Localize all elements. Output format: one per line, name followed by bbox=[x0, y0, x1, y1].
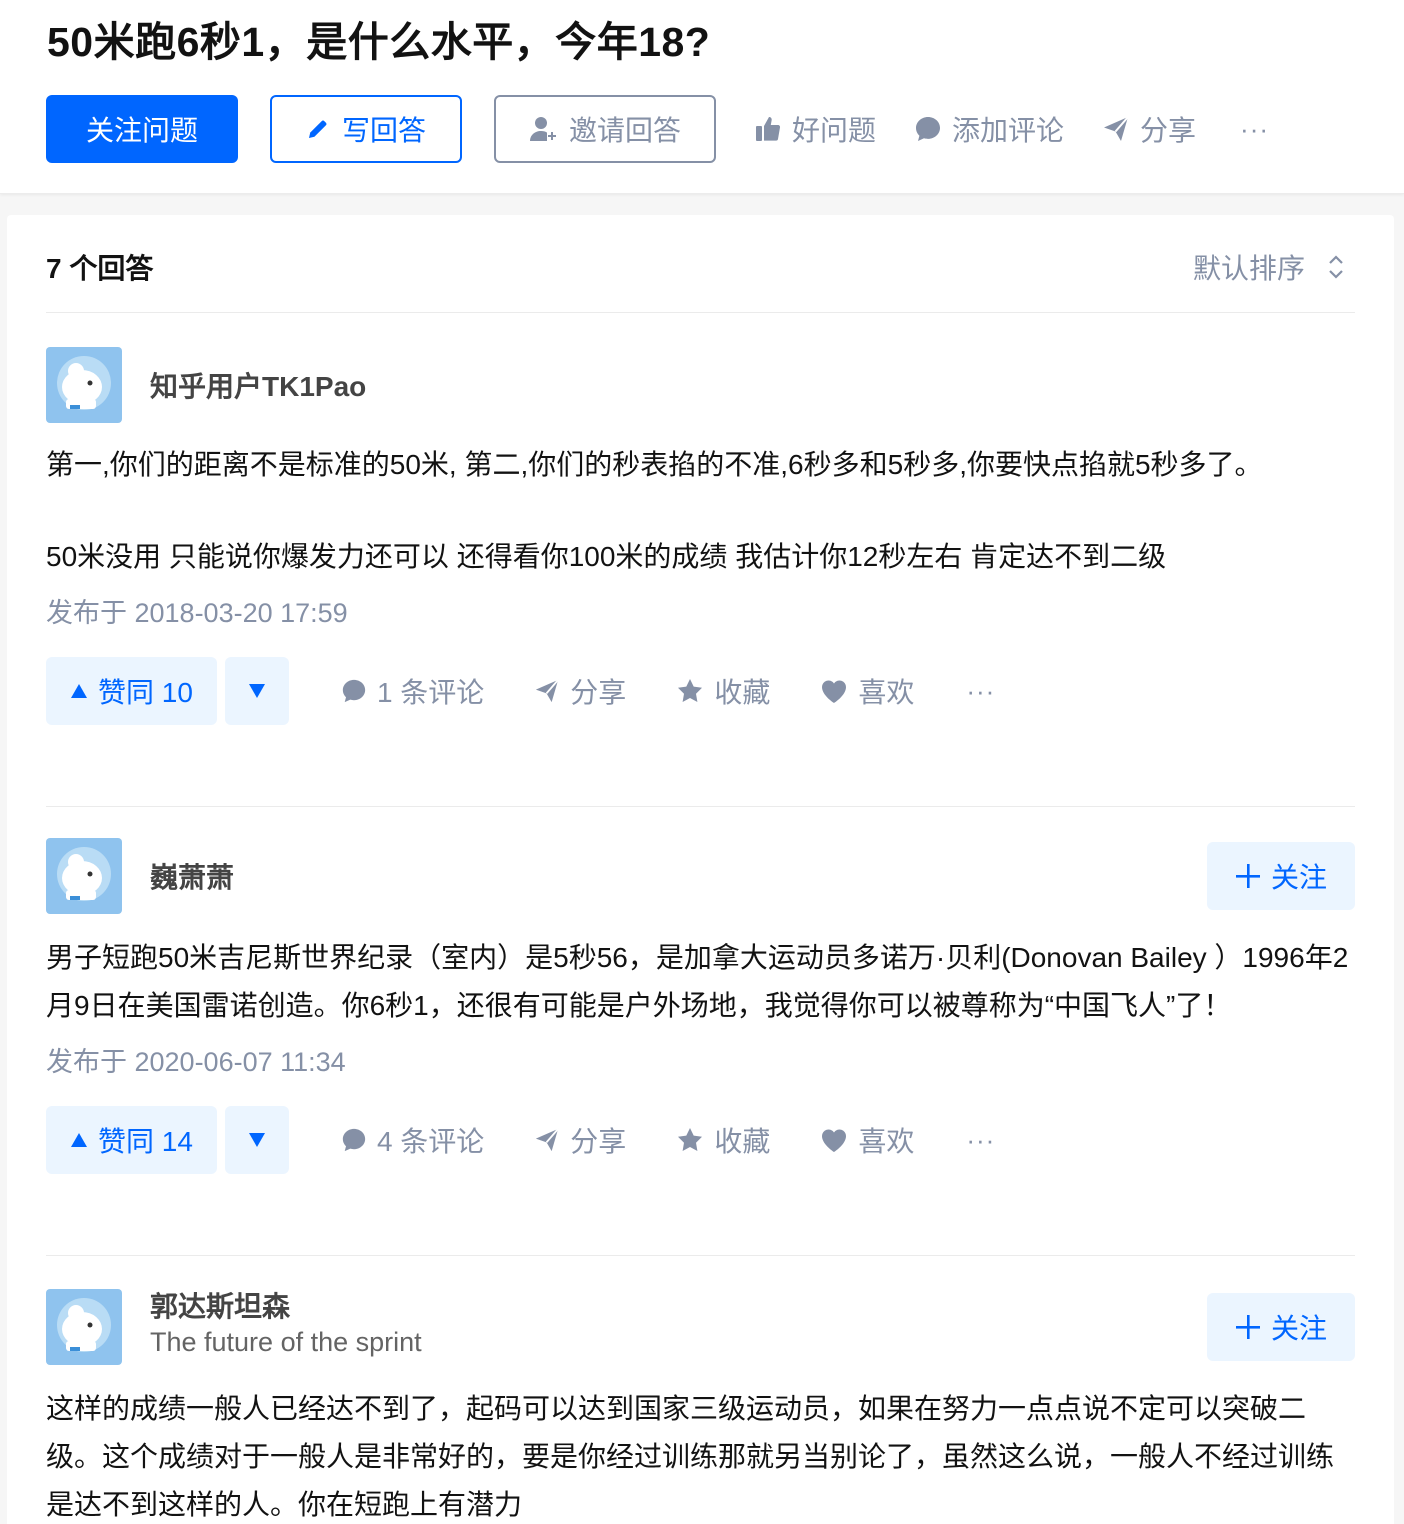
add-comment-button[interactable]: 添加评论 bbox=[914, 109, 1064, 149]
answer-paragraph: 这样的成绩一般人已经达不到了，起码可以达到国家三级运动员，如果在努力一点点说不定… bbox=[46, 1393, 1335, 1520]
sort-dropdown[interactable]: 默认排序 bbox=[1193, 247, 1345, 287]
answer-more-button[interactable]: ··· bbox=[966, 676, 995, 707]
follow-author-button[interactable]: 关注 bbox=[1207, 842, 1355, 910]
answer-action-bar: 赞同 14 4 条评论 分享 收藏 喜欢 ··· bbox=[46, 1106, 1355, 1174]
comments-button[interactable]: 4 条评论 bbox=[341, 1120, 484, 1160]
invite-answer-button[interactable]: 邀请回答 bbox=[494, 95, 716, 163]
sort-label: 默认排序 bbox=[1192, 253, 1305, 284]
share-label: 分享 bbox=[570, 677, 627, 708]
comment-icon bbox=[916, 117, 941, 141]
default-avatar-icon bbox=[46, 347, 122, 423]
question-title: 50米跑6秒1，是什么水平，今年18? bbox=[47, 19, 711, 65]
triangle-down-icon bbox=[248, 684, 265, 698]
more-options-button[interactable]: ··· bbox=[1240, 114, 1269, 145]
answer-paragraph: 50米没用 只能说你爆发力还可以 还得看你100米的成绩 我估计你12秒左右 肯… bbox=[46, 541, 1167, 572]
answer-paragraph: 男子短跑50米吉尼斯世界纪录（室内）是5秒56，是加拿大运动员多诺万·贝利(Do… bbox=[46, 942, 1349, 1021]
answer-item: 郭达斯坦森 The future of the sprint 关注 这样的成绩一… bbox=[46, 1289, 1355, 1524]
plus-icon bbox=[1235, 1315, 1260, 1339]
triangle-up-icon bbox=[71, 684, 87, 698]
thumbs-up-icon bbox=[756, 117, 781, 141]
collect-button[interactable]: 收藏 bbox=[676, 671, 770, 711]
follow-author-label: 关注 bbox=[1270, 1313, 1327, 1344]
answer-content: 男子短跑50米吉尼斯世界纪录（室内）是5秒56，是加拿大运动员多诺万·贝利(Do… bbox=[46, 934, 1355, 1030]
upvote-button[interactable]: 赞同 10 bbox=[46, 657, 217, 725]
downvote-button[interactable] bbox=[224, 1106, 289, 1174]
answers-card: 7 个回答 默认排序 知乎用户TK1Pao 第一,你们的距离不是标准的50米, … bbox=[7, 215, 1394, 1524]
follow-question-button[interactable]: 关注问题 bbox=[46, 95, 238, 163]
heart-icon bbox=[822, 1129, 847, 1152]
follow-author-label: 关注 bbox=[1270, 862, 1327, 893]
triangle-down-icon bbox=[248, 1133, 265, 1147]
comment-icon bbox=[342, 679, 366, 703]
star-icon bbox=[678, 1128, 703, 1151]
collect-label: 收藏 bbox=[714, 1126, 771, 1157]
share-label: 分享 bbox=[570, 1126, 627, 1157]
add-user-icon bbox=[529, 117, 556, 141]
share-button[interactable]: 分享 bbox=[534, 1120, 626, 1160]
avatar[interactable] bbox=[46, 347, 122, 423]
default-avatar-icon bbox=[46, 1289, 122, 1365]
like-label: 喜欢 bbox=[858, 1126, 915, 1157]
pencil-icon bbox=[308, 120, 327, 138]
send-icon bbox=[1104, 116, 1129, 141]
upvote-label: 赞同 10 bbox=[98, 677, 193, 708]
comments-label: 4 条评论 bbox=[376, 1126, 485, 1157]
invite-answer-label: 邀请回答 bbox=[568, 115, 681, 146]
answer-count: 7 个回答 bbox=[46, 253, 154, 284]
answer-item: 巍萧萧 关注 男子短跑50米吉尼斯世界纪录（室内）是5秒56，是加拿大运动员多诺… bbox=[46, 838, 1355, 1256]
collect-button[interactable]: 收藏 bbox=[676, 1120, 770, 1160]
triangle-up-icon bbox=[71, 1133, 87, 1147]
star-icon bbox=[678, 679, 703, 702]
like-label: 喜欢 bbox=[858, 677, 915, 708]
share-question-button[interactable]: 分享 bbox=[1102, 109, 1196, 149]
answer-paragraph: 第一,你们的距离不是标准的50米, 第二,你们的秒表掐的不准,6秒多和5秒多,你… bbox=[46, 449, 1263, 480]
heart-icon bbox=[822, 680, 847, 703]
answer-action-bar: 赞同 10 1 条评论 分享 收藏 喜欢 ··· bbox=[46, 657, 1355, 725]
write-answer-button[interactable]: 写回答 bbox=[270, 95, 462, 163]
answer-author: 巍萧萧 关注 bbox=[46, 838, 1355, 914]
answers-list-header: 7 个回答 默认排序 bbox=[46, 245, 1355, 313]
share-question-label: 分享 bbox=[1140, 115, 1197, 146]
author-name[interactable]: 知乎用户TK1Pao bbox=[150, 365, 366, 405]
publish-time[interactable]: 发布于 2018-03-20 17:59 bbox=[46, 593, 1355, 633]
author-name[interactable]: 巍萧萧 bbox=[150, 856, 234, 896]
like-button[interactable]: 喜欢 bbox=[820, 1120, 914, 1160]
default-avatar-icon bbox=[46, 838, 122, 914]
author-bio: The future of the sprint bbox=[150, 1327, 422, 1357]
good-question-button[interactable]: 好问题 bbox=[754, 109, 876, 149]
downvote-button[interactable] bbox=[224, 657, 289, 725]
good-question-label: 好问题 bbox=[792, 115, 877, 146]
upvote-button[interactable]: 赞同 14 bbox=[46, 1106, 217, 1174]
share-button[interactable]: 分享 bbox=[534, 671, 626, 711]
comments-label: 1 条评论 bbox=[376, 677, 485, 708]
plus-icon bbox=[1235, 864, 1260, 888]
add-comment-label: 添加评论 bbox=[952, 115, 1065, 146]
collect-label: 收藏 bbox=[714, 677, 771, 708]
answer-item: 知乎用户TK1Pao 第一,你们的距离不是标准的50米, 第二,你们的秒表掐的不… bbox=[46, 347, 1355, 807]
write-answer-label: 写回答 bbox=[341, 115, 426, 146]
answer-more-button[interactable]: ··· bbox=[966, 1125, 995, 1156]
like-button[interactable]: 喜欢 bbox=[820, 671, 914, 711]
follow-author-button[interactable]: 关注 bbox=[1207, 1293, 1355, 1361]
author-name[interactable]: 郭达斯坦森 bbox=[150, 1285, 290, 1325]
answer-author: 知乎用户TK1Pao bbox=[46, 347, 1355, 423]
publish-time[interactable]: 发布于 2020-06-07 11:34 bbox=[46, 1042, 1355, 1082]
upvote-label: 赞同 14 bbox=[98, 1126, 193, 1157]
avatar[interactable] bbox=[46, 1289, 122, 1365]
avatar[interactable] bbox=[46, 838, 122, 914]
send-icon bbox=[536, 679, 560, 703]
answer-content: 第一,你们的距离不是标准的50米, 第二,你们的秒表掐的不准,6秒多和5秒多,你… bbox=[46, 441, 1355, 581]
comment-icon bbox=[342, 1128, 366, 1152]
sort-toggle-icon bbox=[1329, 255, 1343, 279]
send-icon bbox=[536, 1128, 560, 1152]
answer-author: 郭达斯坦森 The future of the sprint 关注 bbox=[46, 1289, 1355, 1365]
answer-content: 这样的成绩一般人已经达不到了，起码可以达到国家三级运动员，如果在努力一点点说不定… bbox=[46, 1385, 1355, 1524]
comments-button[interactable]: 1 条评论 bbox=[341, 671, 484, 711]
question-actions: 关注问题 写回答 邀请回答 好问题 添加评论 分享 ··· bbox=[46, 95, 1269, 163]
question-header: 50米跑6秒1，是什么水平，今年18? 关注问题 写回答 邀请回答 好问题 添加… bbox=[0, 0, 1404, 194]
